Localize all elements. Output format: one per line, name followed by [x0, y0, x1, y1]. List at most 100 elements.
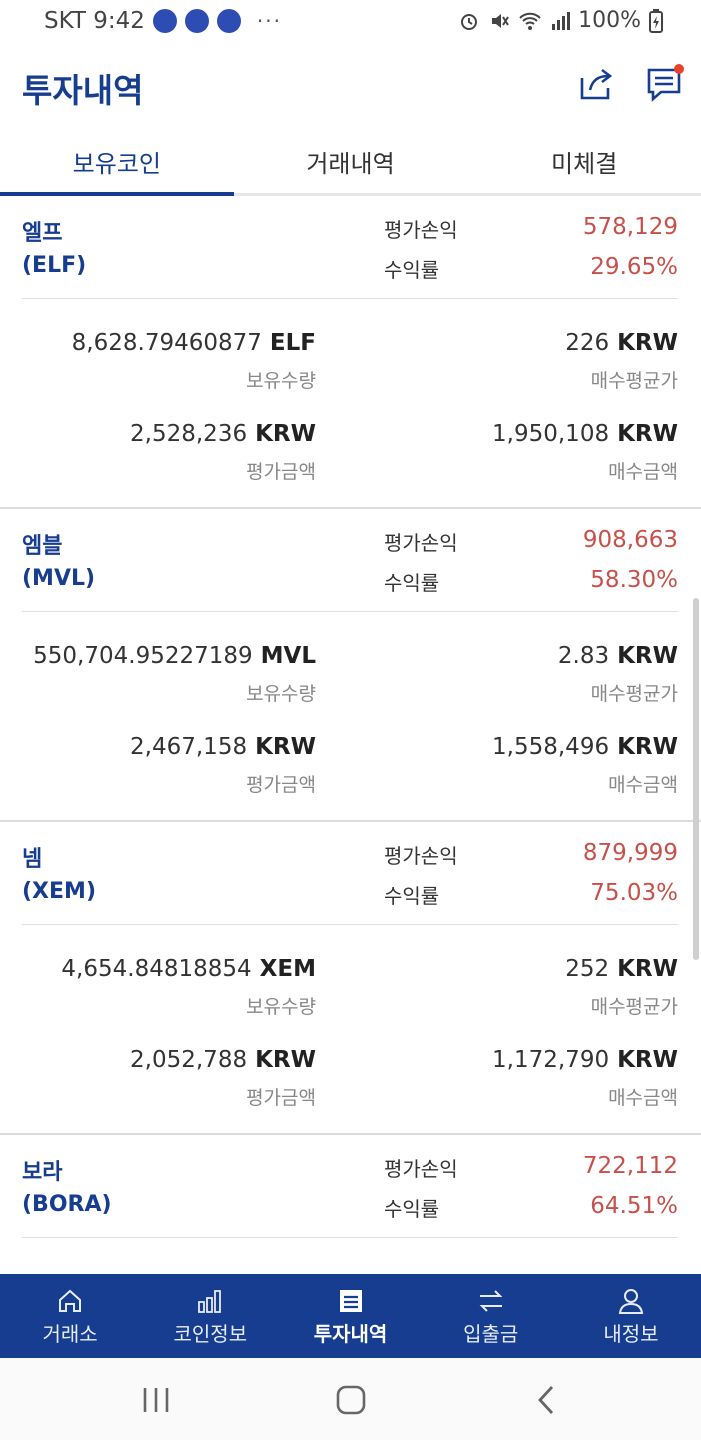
- coin-card[interactable]: 보라 (BORA) 평가손익 722,112 수익률 64.51%: [0, 1135, 701, 1274]
- buy-amount-value: 1,950,108 KRW: [492, 421, 678, 447]
- app-screen: SKT 9:42 ··· 100% 투자내역 보유코인 거래내역 미체결 엘프 …: [0, 0, 701, 1440]
- message-button[interactable]: [644, 64, 684, 104]
- eval-unit: KRW: [255, 1047, 316, 1073]
- system-nav-bar: [0, 1358, 701, 1440]
- notification-badge: [674, 64, 684, 74]
- notification-app-icon: [216, 9, 241, 33]
- tab-bar: 보유코인 거래내역 미체결: [0, 124, 701, 196]
- nav-investments[interactable]: 투자내역: [280, 1274, 420, 1358]
- bar-chart-icon: [198, 1290, 222, 1313]
- eval-pl-label: 평가손익: [384, 1157, 458, 1181]
- return-rate-value: 64.51%: [590, 1193, 678, 1219]
- scrollbar[interactable]: [693, 598, 699, 960]
- notification-app-icon: [152, 9, 177, 33]
- back-chevron-icon: [538, 1386, 554, 1414]
- qty-unit: ELF: [269, 330, 316, 356]
- holding-qty-label: 보유수량: [246, 996, 316, 1018]
- bottom-nav: 거래소 코인정보 투자내역 입출금 내정보: [0, 1274, 701, 1358]
- return-rate-value: 29.65%: [590, 254, 678, 280]
- coin-card[interactable]: 엠블 (MVL) 평가손익 908,663 수익률 58.30% 550,704…: [0, 509, 701, 822]
- alarm-icon: [461, 13, 478, 30]
- holdings-list[interactable]: 엘프 (ELF) 평가손익 578,129 수익률 29.65% 8,628.7…: [0, 196, 701, 1274]
- coin-card[interactable]: 엘프 (ELF) 평가손익 578,129 수익률 29.65% 8,628.7…: [0, 196, 701, 509]
- divider: [22, 924, 678, 925]
- coin-name: 엘프: [22, 221, 63, 246]
- avg-number: 252: [565, 956, 610, 982]
- holding-qty-value: 8,628.79460877 ELF: [72, 330, 316, 356]
- share-icon: [580, 68, 613, 100]
- more-notifications-icon: ···: [256, 9, 282, 33]
- nav-coin-info[interactable]: 코인정보: [140, 1274, 280, 1358]
- return-rate-value: 75.03%: [590, 880, 678, 906]
- divider: [22, 1237, 678, 1238]
- tab-holdings[interactable]: 보유코인: [0, 124, 234, 196]
- coin-symbol: (BORA): [22, 1192, 112, 1217]
- eval-amount-label: 평가금액: [246, 774, 316, 796]
- battery-percent: 100%: [578, 8, 641, 33]
- return-rate-label: 수익률: [384, 571, 440, 595]
- transfer-icon: [479, 1290, 503, 1312]
- recent-apps-button[interactable]: [136, 1382, 176, 1418]
- app-header: 투자내역: [0, 44, 701, 124]
- coin-symbol: (MVL): [22, 566, 96, 591]
- share-button[interactable]: [576, 64, 616, 104]
- battery-charging-icon: [649, 8, 663, 33]
- tab-unfilled[interactable]: 미체결: [467, 124, 701, 193]
- carrier-label: SKT: [44, 8, 86, 34]
- eval-amount-value: 2,528,236 KRW: [130, 421, 316, 447]
- avg-price-value: 226 KRW: [565, 330, 678, 356]
- buy-amount-value: 1,172,790 KRW: [492, 1047, 678, 1073]
- eval-pl-label: 평가손익: [384, 531, 458, 555]
- eval-pl-label: 평가손익: [384, 218, 458, 242]
- avg-price-label: 매수평균가: [590, 683, 678, 705]
- coin-name: 보라: [22, 1160, 63, 1185]
- coin-card[interactable]: 넴 (XEM) 평가손익 879,999 수익률 75.03% 4,654.84…: [0, 822, 701, 1135]
- return-rate-label: 수익률: [384, 258, 440, 282]
- holding-qty-value: 550,704.95227189 MVL: [33, 643, 316, 669]
- signal-icon: [552, 11, 571, 30]
- coin-name: 엠블: [22, 534, 63, 559]
- status-left: SKT 9:42 ···: [44, 8, 282, 34]
- nav-my-info[interactable]: 내정보: [561, 1274, 701, 1358]
- back-button[interactable]: [526, 1382, 566, 1418]
- home-icon: [59, 1289, 82, 1312]
- status-bar: SKT 9:42 ··· 100%: [0, 0, 701, 44]
- qty-number: 4,654.84818854: [61, 956, 252, 982]
- eval-amount-value: 2,052,788 KRW: [130, 1047, 316, 1073]
- clock: 9:42: [93, 8, 145, 34]
- eval-pl-value: 722,112: [582, 1153, 678, 1179]
- coin-symbol: (ELF): [22, 253, 87, 278]
- home-circle-icon: [336, 1385, 366, 1415]
- eval-number: 2,052,788: [130, 1047, 248, 1073]
- buy-amount-label: 매수금액: [608, 1087, 678, 1109]
- avg-unit: KRW: [617, 330, 678, 356]
- eval-pl-value: 578,129: [582, 214, 678, 240]
- coin-name-block: 엘프 (ELF): [22, 218, 86, 282]
- divider: [22, 611, 678, 612]
- nav-label: 내정보: [603, 1322, 659, 1346]
- avg-price-value: 2.83 KRW: [558, 643, 678, 669]
- status-right: 100%: [458, 8, 663, 33]
- divider: [22, 298, 678, 299]
- eval-amount-label: 평가금액: [246, 461, 316, 483]
- buy-number: 1,172,790: [492, 1047, 610, 1073]
- qty-number: 8,628.79460877: [71, 330, 262, 356]
- qty-unit: XEM: [259, 956, 316, 982]
- buy-unit: KRW: [617, 734, 678, 760]
- eval-pl-value: 879,999: [582, 840, 678, 866]
- tab-trade-history[interactable]: 거래내역: [234, 124, 468, 193]
- coin-name: 넴: [22, 847, 43, 872]
- eval-amount-value: 2,467,158 KRW: [130, 734, 316, 760]
- buy-amount-label: 매수금액: [608, 461, 678, 483]
- holding-qty-label: 보유수량: [246, 370, 316, 392]
- avg-price-label: 매수평균가: [590, 370, 678, 392]
- nav-exchange[interactable]: 거래소: [0, 1274, 140, 1358]
- return-rate-value: 58.30%: [590, 567, 678, 593]
- nav-label: 입출금: [463, 1322, 519, 1346]
- coin-name-block: 넴 (XEM): [22, 844, 96, 908]
- nav-label: 거래소: [42, 1322, 98, 1346]
- home-button[interactable]: [331, 1382, 371, 1418]
- eval-unit: KRW: [255, 421, 316, 447]
- avg-unit: KRW: [617, 643, 678, 669]
- nav-deposit-withdraw[interactable]: 입출금: [421, 1274, 561, 1358]
